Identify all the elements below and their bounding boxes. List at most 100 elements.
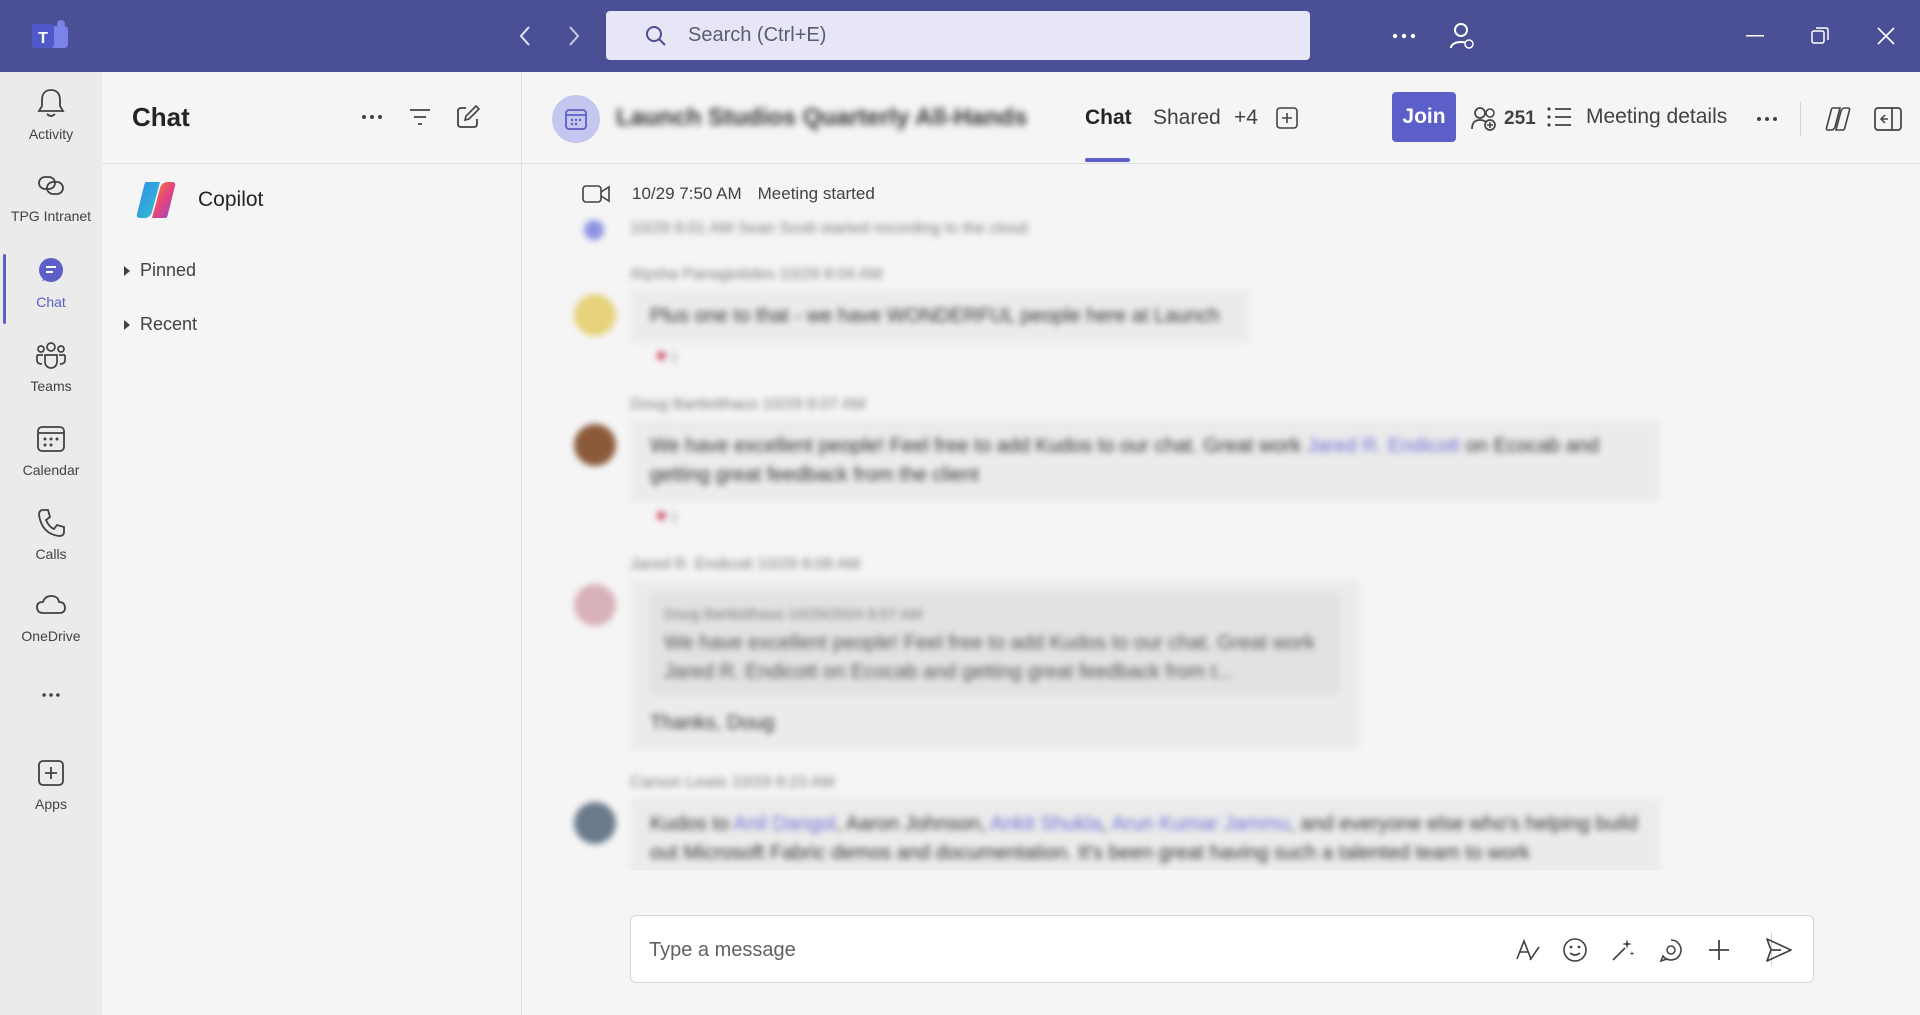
chat-list-pane: Chat Copilot Pinned Recent <box>102 72 522 1015</box>
rail-label: Calls <box>35 546 67 562</box>
pinned-section[interactable]: Pinned <box>124 260 196 281</box>
message-bubble: We have excellent people! Feel free to a… <box>630 420 1660 502</box>
rail-label: Activity <box>28 126 74 142</box>
rail-more-apps[interactable] <box>0 684 102 714</box>
tab-shared[interactable]: Shared <box>1153 106 1221 130</box>
filter-icon[interactable] <box>405 102 435 132</box>
participant-count: 251 <box>1504 108 1536 129</box>
side-panel-icon[interactable] <box>1872 103 1904 135</box>
video-camera-icon <box>582 185 610 203</box>
rail-item-tpg-intranet[interactable]: TPG Intranet <box>0 168 102 244</box>
chat-list-title: Chat <box>132 102 190 132</box>
message-meta: Doug Bartletthaus 10/29 8:07 AM <box>630 396 866 413</box>
recent-section[interactable]: Recent <box>124 314 197 335</box>
heart-reaction: ♥ 1 <box>656 345 678 366</box>
active-tab-indicator <box>1085 158 1130 162</box>
avatar <box>574 424 616 466</box>
participants-button[interactable]: 251 <box>1470 105 1536 133</box>
recording-icon <box>584 220 604 240</box>
system-text: Meeting started <box>757 184 875 203</box>
teams-logo-icon: T <box>30 18 70 54</box>
copilot-chat-item[interactable]: Copilot <box>132 175 263 225</box>
message-feed[interactable]: 10/29 7:50 AM Meeting started 10/29 8:01… <box>522 164 1920 870</box>
calendar-icon <box>37 426 65 452</box>
profile-settings-icon[interactable] <box>1444 18 1480 54</box>
new-chat-icon[interactable] <box>453 102 483 132</box>
tab-more[interactable]: +4 <box>1234 106 1258 130</box>
copilot-label: Copilot <box>198 188 264 211</box>
message-text: Plus one to that - we have WONDERFUL peo… <box>650 305 1220 327</box>
meeting-title: Launch Studios Quarterly All-Hands <box>616 104 1028 131</box>
message-bubble: Kudos to Anil Dangol, Aaron Johnson, Ank… <box>630 798 1660 870</box>
bell-icon <box>37 89 65 117</box>
emoji-icon[interactable] <box>1559 934 1591 966</box>
people-icon <box>1471 107 1496 131</box>
chat-list-header: Chat <box>102 72 522 164</box>
add-tab-icon[interactable] <box>1274 105 1300 131</box>
header-divider <box>1800 102 1801 136</box>
format-icon[interactable] <box>1511 934 1543 966</box>
message-meta: Alysha Panagiotides 10/29 8:04 AM <box>630 266 883 283</box>
message-text: Kudos to <box>650 813 729 835</box>
rail-label: Chat <box>36 294 66 310</box>
rail-label: Apps <box>35 796 67 812</box>
list-icon <box>1547 107 1571 127</box>
search-box[interactable]: Search (Ctrl+E) <box>606 11 1310 60</box>
app-rail: Activity TPG Intranet Chat Teams Calenda… <box>0 72 102 1015</box>
close-icon[interactable] <box>1868 18 1904 54</box>
reaction-count: 1 <box>670 508 678 524</box>
forward-arrow-icon[interactable] <box>558 20 590 52</box>
search-icon <box>646 25 666 46</box>
meeting-calendar-icon <box>552 95 600 143</box>
more-options-icon[interactable] <box>1754 106 1780 132</box>
recording-notice: 10/29 8:01 AM Sean Scott started recordi… <box>630 220 1028 237</box>
title-bar: T Search (Ctrl+E) <box>0 0 1920 72</box>
chat-icon <box>39 258 63 282</box>
search-placeholder: Search (Ctrl+E) <box>688 24 827 46</box>
more-options-icon[interactable] <box>1386 18 1422 54</box>
rail-item-chat[interactable]: Chat <box>0 254 102 330</box>
message-meta: Jared R. Endicott 10/29 8:08 AM <box>630 556 861 573</box>
rail-item-activity[interactable]: Activity <box>0 86 102 162</box>
join-button[interactable]: Join <box>1392 92 1456 142</box>
mention-link: Anil Dangol <box>733 813 836 835</box>
heart-reaction: ♥ 1 <box>656 505 678 526</box>
rail-label: TPG Intranet <box>10 208 92 224</box>
rail-item-teams[interactable]: Teams <box>0 338 102 414</box>
send-icon[interactable] <box>1763 934 1795 966</box>
rail-item-onedrive[interactable]: OneDrive <box>0 588 102 664</box>
attach-plus-icon[interactable] <box>1703 934 1735 966</box>
link-app-icon <box>38 176 64 195</box>
copilot-pane-icon[interactable] <box>1822 103 1854 135</box>
quote-meta: Doug Bartletthaus 10/29/2024 8:07 AM <box>664 606 923 623</box>
message-text: Thanks, Doug <box>650 712 775 734</box>
copilot-compose-icon[interactable] <box>1607 934 1639 966</box>
more-options-icon[interactable] <box>357 102 387 132</box>
rail-item-calls[interactable]: Calls <box>0 506 102 582</box>
rail-item-apps[interactable]: Apps <box>0 756 102 832</box>
teams-icon <box>36 342 66 369</box>
meeting-started-row: 10/29 7:50 AM Meeting started <box>582 182 875 206</box>
rail-label: OneDrive <box>21 628 81 644</box>
message-bubble: Plus one to that - we have WONDERFUL peo… <box>630 290 1250 343</box>
restore-icon[interactable] <box>1802 18 1838 54</box>
minimize-icon[interactable] <box>1737 18 1773 54</box>
mention-link: Ankit Shukla <box>990 813 1102 835</box>
rail-item-calendar[interactable]: Calendar <box>0 422 102 498</box>
message-input[interactable] <box>649 934 1469 966</box>
loop-component-icon[interactable] <box>1655 934 1687 966</box>
add-apps-icon <box>38 760 64 786</box>
meeting-details-label: Meeting details <box>1586 105 1728 128</box>
message-composer[interactable] <box>630 915 1814 983</box>
meeting-details-button[interactable]: Meeting details <box>1546 104 1727 130</box>
avatar <box>574 802 616 844</box>
avatar <box>574 294 616 336</box>
mention-link: Jared R. Endicott <box>1306 435 1461 457</box>
tab-chat[interactable]: Chat <box>1085 106 1132 130</box>
rail-label: Calendar <box>22 462 80 478</box>
rail-label: Teams <box>30 378 72 394</box>
copilot-icon <box>136 182 176 218</box>
message-text: , Aaron Johnson, <box>835 813 986 835</box>
back-arrow-icon[interactable] <box>509 20 541 52</box>
phone-icon <box>38 509 65 537</box>
